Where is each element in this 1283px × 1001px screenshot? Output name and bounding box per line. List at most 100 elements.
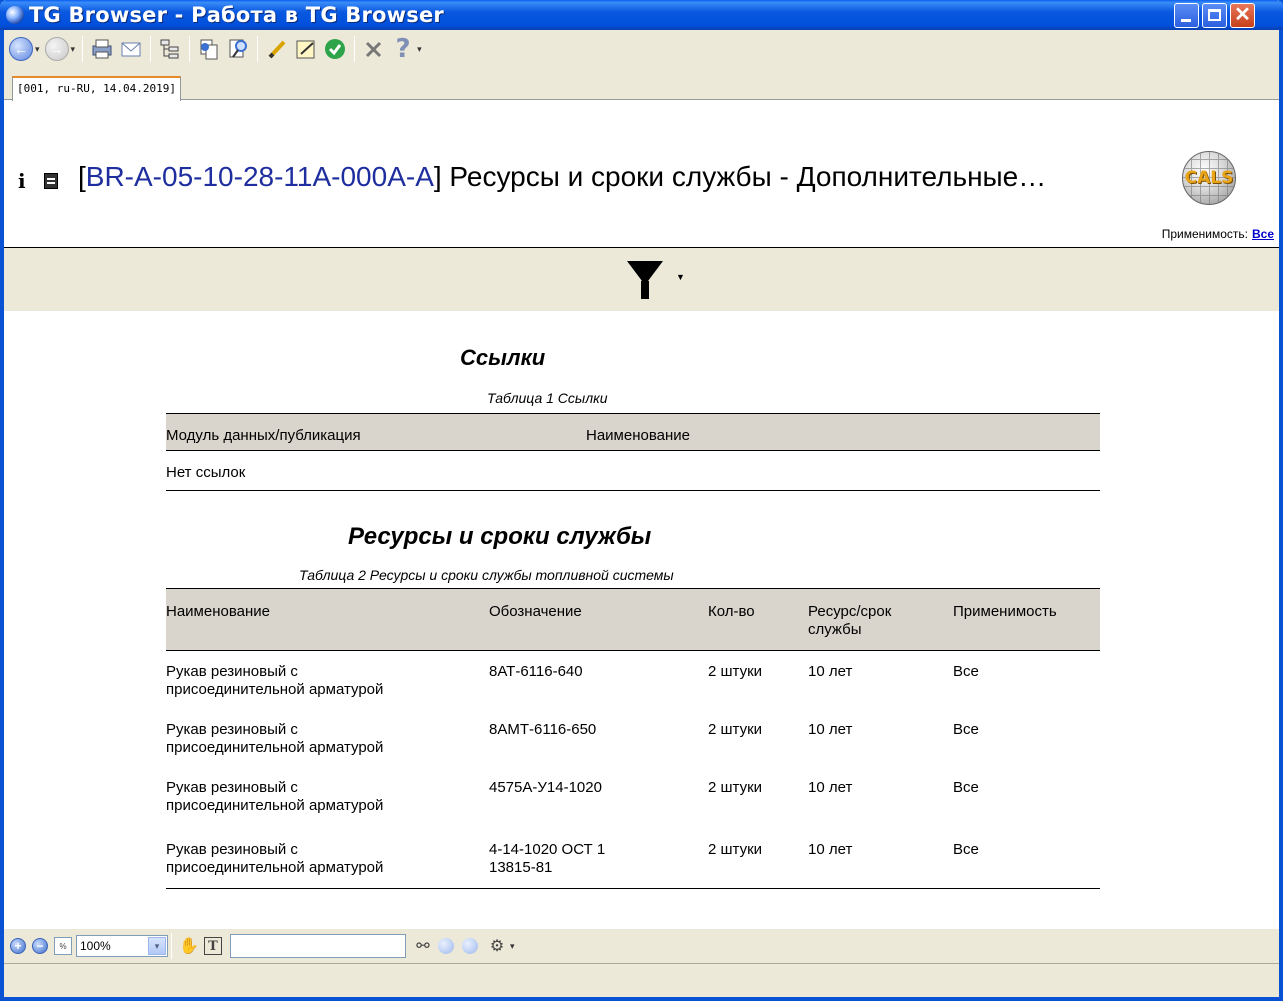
- zoom-select[interactable]: 100% ▾: [76, 935, 168, 957]
- cals-logo: CALS: [1182, 151, 1236, 205]
- filter-bar: ▼: [4, 248, 1279, 311]
- table-row: Рукав резиновый с присоединительной арма…: [166, 779, 1100, 835]
- table-cell: 10 лет: [808, 779, 853, 796]
- fit-page-button[interactable]: %: [54, 937, 72, 955]
- note-button[interactable]: [293, 36, 319, 62]
- column-header: Ресурс/срок службы: [808, 603, 892, 638]
- tools-button[interactable]: [361, 36, 387, 62]
- table-row: Рукав резиновый с присоединительной арма…: [166, 663, 1100, 719]
- settings-icon: ⚙: [489, 938, 505, 955]
- maximize-button[interactable]: [1202, 3, 1227, 28]
- maximize-icon: [1208, 9, 1221, 21]
- find-button[interactable]: ⚯: [412, 935, 434, 957]
- copy-icon: [200, 39, 218, 60]
- section-title-resources: Ресурсы и сроки службы: [348, 523, 652, 550]
- email-icon: [121, 42, 141, 57]
- column-header: Применимость: [953, 603, 1057, 620]
- table-cell: 4-14-1020 ОСТ 1 13815-81: [489, 841, 606, 876]
- help-button[interactable]: ?: [390, 34, 416, 64]
- table-cell: 8АМТ-6116-650: [489, 721, 597, 738]
- annotate-icon: [268, 40, 286, 59]
- find-next-button[interactable]: [462, 938, 478, 954]
- table-cell: 2 штуки: [708, 779, 763, 796]
- tree-icon: [160, 39, 179, 59]
- column-header: Модуль данных/публикация: [166, 427, 361, 444]
- references-table-body: Нет ссылок: [166, 451, 1100, 491]
- help-dropdown-icon[interactable]: ▾: [417, 44, 422, 55]
- publication-icon[interactable]: [44, 173, 58, 189]
- search-input[interactable]: [230, 934, 406, 958]
- title-open-bracket: [: [78, 161, 86, 192]
- toolbar-separator: [82, 36, 84, 62]
- hand-icon: ✋: [179, 938, 199, 955]
- tab-document[interactable]: [001, ru-RU, 14.04.2019]: [12, 76, 181, 101]
- table-cell: 8АТ-6116-640: [489, 663, 583, 680]
- globe-icon: [6, 6, 24, 24]
- find-button[interactable]: [225, 36, 251, 62]
- text-select-icon: T: [208, 938, 218, 954]
- email-button[interactable]: [118, 36, 144, 62]
- zoom-out-button[interactable]: −: [32, 938, 48, 954]
- filter-icon: [627, 261, 663, 299]
- applicability-link[interactable]: Все: [1252, 227, 1274, 241]
- column-header: Наименование: [586, 427, 690, 444]
- forward-icon: →: [44, 37, 69, 61]
- resources-table-header: Наименование Обозначение Кол-во Ресурс/с…: [166, 588, 1100, 651]
- text-select-button[interactable]: T: [204, 937, 222, 955]
- toolbar-separator: [189, 36, 191, 62]
- table-cell: Рукав резиновый с присоединительной арма…: [166, 779, 384, 814]
- applicability-label: Применимость:: [1161, 227, 1248, 241]
- title-close-bracket: ]: [433, 161, 442, 192]
- back-dropdown-icon[interactable]: ▾: [35, 44, 40, 55]
- table-cell: Рукав резиновый с присоединительной арма…: [166, 721, 384, 756]
- table-cell: Все: [953, 779, 979, 796]
- find-previous-button[interactable]: [438, 938, 454, 954]
- check-icon: [325, 39, 346, 59]
- validate-button[interactable]: [322, 36, 348, 62]
- table-cell: 4575А-У14-1020: [489, 779, 602, 796]
- document-tab-strip: [001, ru-RU, 14.04.2019]: [4, 68, 1279, 101]
- chevron-down-icon[interactable]: ▾: [148, 937, 166, 955]
- table-cell: Нет ссылок: [166, 464, 246, 481]
- print-button[interactable]: [89, 36, 115, 62]
- table-caption-references: Таблица 1 Ссылки: [487, 390, 608, 406]
- annotate-button[interactable]: [264, 36, 290, 62]
- print-icon: [92, 39, 112, 59]
- zoom-in-button[interactable]: +: [10, 938, 26, 954]
- table-cell: 2 штуки: [708, 841, 763, 858]
- app-window: TG Browser - Работа в TG Browser ✕ ← ▾ →…: [0, 0, 1283, 1001]
- forward-dropdown-icon[interactable]: ▾: [71, 44, 76, 55]
- copy-button[interactable]: [196, 36, 222, 62]
- tree-button[interactable]: [157, 36, 183, 62]
- search-options-dropdown-icon[interactable]: ▾: [510, 941, 515, 952]
- table-cell: 10 лет: [808, 663, 853, 680]
- note-icon: [296, 40, 315, 59]
- document-content: Ссылки Таблица 1 Ссылки Модуль данных/пу…: [4, 311, 1279, 929]
- info-icon[interactable]: i: [18, 169, 26, 193]
- filter-dropdown-icon[interactable]: ▼: [676, 272, 685, 282]
- applicability-line: Применимость: Все: [1162, 227, 1274, 241]
- tools-icon: [366, 41, 382, 58]
- close-button[interactable]: ✕: [1230, 3, 1255, 28]
- title-bar[interactable]: TG Browser - Работа в TG Browser ✕: [0, 0, 1283, 30]
- section-title-references: Ссылки: [460, 345, 546, 370]
- toolbar-separator: [257, 36, 259, 62]
- data-module-code: BR-A-05-10-28-11A-000A-A: [85, 161, 434, 192]
- fit-page-icon: %: [59, 941, 67, 951]
- logo-text: CALS: [1184, 168, 1234, 188]
- table-cell: Все: [953, 721, 979, 738]
- zoom-value: 100%: [80, 939, 111, 953]
- search-options-button[interactable]: ⚙: [486, 935, 508, 957]
- viewer-toolbar: + − % 100% ▾ ✋ T ⚯ ⚙ ▾: [4, 929, 1279, 963]
- filter-button[interactable]: [618, 254, 672, 304]
- help-icon: ?: [395, 34, 411, 64]
- forward-button[interactable]: →: [44, 36, 70, 62]
- column-header: Кол-во: [708, 603, 755, 620]
- minimize-button[interactable]: [1174, 3, 1199, 28]
- minimize-icon: [1181, 19, 1191, 22]
- table-cell: Рукав резиновый с присоединительной арма…: [166, 841, 384, 876]
- data-module-title: Ресурсы и сроки службы - Дополнительные…: [441, 161, 1047, 192]
- hand-tool-button[interactable]: ✋: [178, 935, 200, 957]
- window-title: TG Browser - Работа в TG Browser: [29, 3, 444, 27]
- back-button[interactable]: ←: [8, 36, 34, 62]
